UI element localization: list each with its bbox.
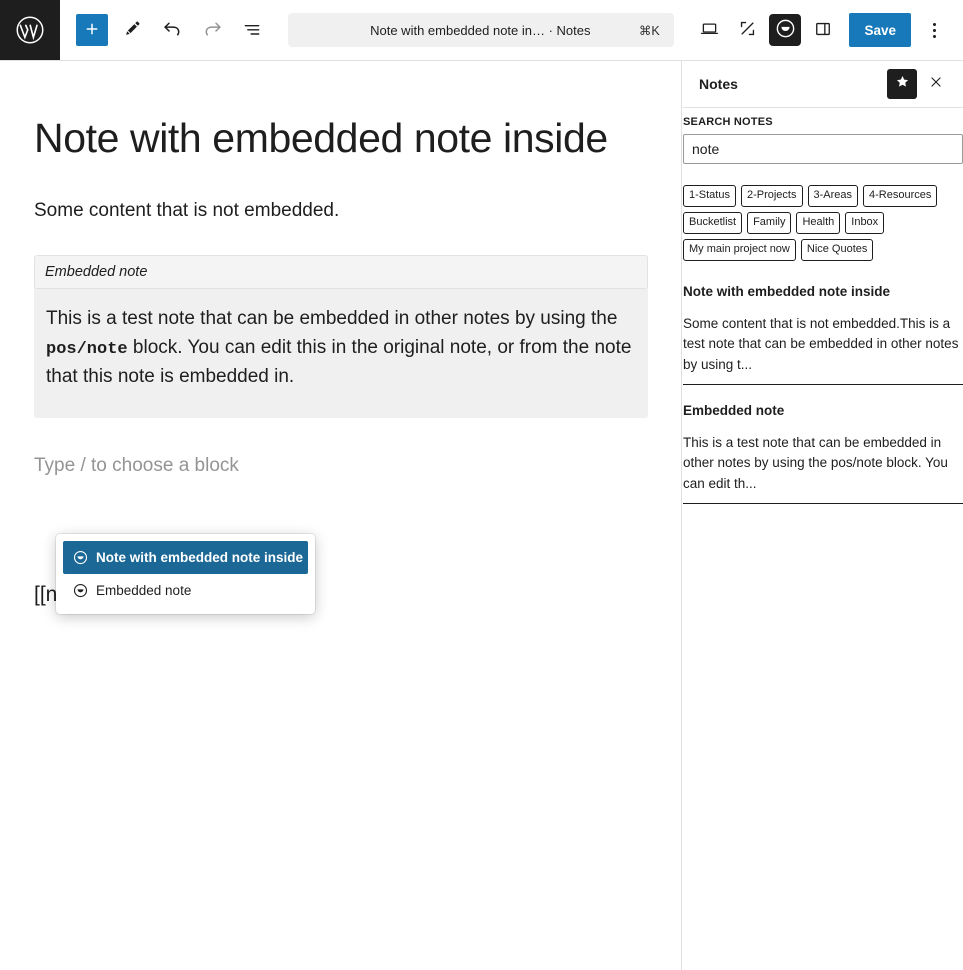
autocomplete-item-0[interactable]: Note with embedded note inside (63, 541, 308, 574)
redo-button[interactable] (196, 14, 228, 46)
command-bar-label: Note with embedded note in… · Notes (370, 22, 591, 38)
notes-plugin-button[interactable] (769, 14, 802, 46)
tag-filter[interactable]: Bucketlist (683, 212, 743, 234)
note-result-title: Note with embedded note inside (683, 284, 891, 299)
kebab-dot (932, 34, 936, 38)
embedded-note-header-label: Embedded note (45, 264, 148, 281)
search-notes-input[interactable] (683, 134, 963, 164)
note-paragraph[interactable]: Some content that is not embedded. (34, 197, 647, 226)
embedded-note-text-before: This is a test note that can be embedded… (46, 308, 618, 330)
settings-sidebar-button[interactable] (807, 14, 839, 46)
star-icon (895, 74, 910, 94)
document-overview-button[interactable] (236, 14, 268, 46)
circle-chevron-down-icon (73, 583, 88, 598)
note-search-results: Note with embedded note inside Some cont… (683, 283, 963, 505)
note-result-title: Embedded note (683, 403, 785, 419)
save-button[interactable]: Save (849, 13, 911, 47)
kebab-dot (932, 22, 936, 26)
sidebar-panel-icon (813, 19, 833, 42)
command-bar-region: Note with embedded note in… · Notes ⌘K (268, 0, 693, 60)
note-result-excerpt: Some content that is not embedded.This i… (683, 315, 959, 372)
tag-filter[interactable]: 3-Areas (807, 185, 859, 207)
notes-sidebar-header: Notes (683, 61, 963, 108)
list-view-icon (242, 19, 262, 42)
tag-filter[interactable]: Health (796, 212, 841, 234)
autocomplete-item-label: Note with embedded note inside (96, 550, 304, 565)
circle-chevron-down-icon (775, 18, 796, 42)
wordpress-logo-icon (15, 15, 45, 45)
embedded-note-code: pos/note (46, 339, 128, 359)
notes-sidebar-body: SEARCH NOTES 1-Status 2-Projects 3-Areas… (683, 108, 963, 505)
zoom-out-button[interactable] (731, 14, 763, 46)
notes-sidebar-title: Notes (699, 76, 738, 92)
view-button[interactable] (693, 14, 725, 46)
editor-content: Note with embedded note inside Some cont… (0, 115, 681, 614)
tag-filter[interactable]: 1-Status (683, 185, 736, 207)
note-result-item[interactable]: Embedded note This is a test note that c… (683, 402, 963, 505)
tag-filter[interactable]: 2-Projects (740, 185, 803, 207)
command-bar-shortcut: ⌘K (638, 23, 660, 38)
toolbar-right-tools: Save (693, 0, 963, 60)
add-block-button[interactable] (76, 14, 108, 46)
editor-top-bar: Note with embedded note in… · Notes ⌘K S… (0, 0, 963, 61)
empty-block-placeholder[interactable]: Type / to choose a block (34, 452, 647, 481)
tag-filter-list: 1-Status 2-Projects 3-Areas 4-Resources … (683, 185, 963, 261)
editor-app: Note with embedded note in… · Notes ⌘K S… (0, 0, 963, 970)
options-menu-button[interactable] (919, 13, 949, 47)
close-icon (929, 75, 943, 94)
tag-filter[interactable]: Nice Quotes (800, 239, 874, 261)
close-sidebar-button[interactable] (923, 71, 949, 97)
autocomplete-item-1[interactable]: Embedded note (63, 574, 308, 607)
wordpress-logo-button[interactable] (0, 0, 60, 60)
undo-arrow-icon (162, 18, 183, 42)
tag-filter[interactable]: Inbox (845, 212, 885, 234)
desktop-icon (699, 18, 720, 42)
embedded-note-text-after: block. You can edit this in the original… (46, 336, 632, 387)
tag-filter[interactable]: Family (747, 212, 792, 234)
undo-button[interactable] (156, 14, 188, 46)
embedded-note-block[interactable]: Embedded note This is a test note that c… (34, 255, 648, 418)
tag-filter[interactable]: My main project now (683, 239, 796, 261)
embedded-note-body: This is a test note that can be embedded… (34, 289, 648, 418)
tag-filter[interactable]: 4-Resources (863, 185, 938, 207)
embedded-note-header[interactable]: Embedded note (34, 255, 648, 290)
note-title[interactable]: Note with embedded note inside (34, 115, 647, 163)
circle-chevron-down-icon (73, 550, 88, 565)
plus-icon (83, 20, 101, 41)
notes-sidebar: Notes SEARCH NOTES 1-Sta (683, 61, 963, 970)
toolbar-left-tools (60, 0, 268, 60)
search-notes-label: SEARCH NOTES (683, 116, 773, 128)
note-autocomplete-popover: Note with embedded note inside Embedded … (56, 534, 315, 614)
pin-sidebar-button[interactable] (887, 69, 917, 99)
command-bar[interactable]: Note with embedded note in… · Notes ⌘K (287, 13, 674, 47)
editor-canvas[interactable]: Note with embedded note inside Some cont… (0, 61, 682, 970)
expand-corners-icon (738, 19, 757, 41)
pencil-icon (123, 19, 142, 41)
kebab-dot (932, 28, 936, 32)
note-result-excerpt: This is a test note that can be embedded… (683, 434, 948, 491)
autocomplete-item-label: Embedded note (96, 583, 192, 598)
tools-pencil-button[interactable] (116, 14, 148, 46)
note-result-item[interactable]: Note with embedded note inside Some cont… (683, 283, 963, 386)
redo-arrow-icon (202, 18, 223, 42)
